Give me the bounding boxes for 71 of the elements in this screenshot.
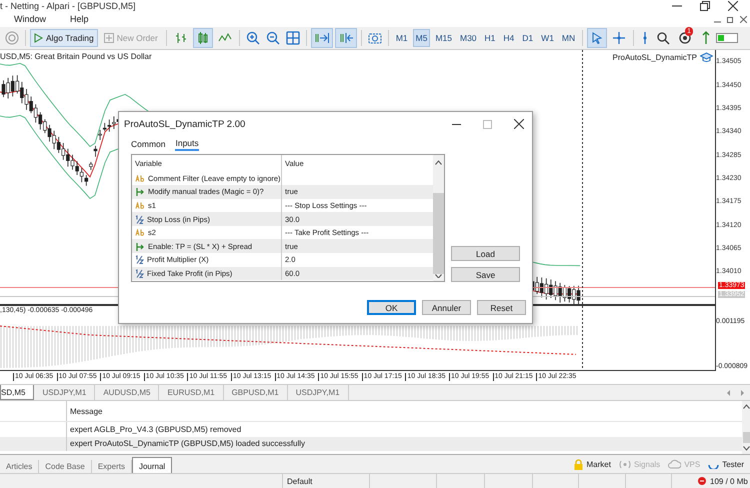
lock-icon <box>574 458 584 470</box>
dialog-button[interactable]: Load <box>451 246 520 262</box>
scroll-down-icon[interactable] <box>742 446 750 452</box>
algo-trading-button[interactable]: Algo Trading <box>30 29 98 48</box>
panel-tab[interactable]: Journal <box>132 457 172 474</box>
scroll-down-icon[interactable] <box>435 274 442 278</box>
dialog-button[interactable]: OK <box>367 300 416 316</box>
fraction-icon <box>135 268 144 278</box>
timeframe-button[interactable]: W1 <box>538 29 557 48</box>
timeframe-button[interactable]: M1 <box>392 29 411 48</box>
service-link[interactable]: Market <box>574 458 611 470</box>
connection-status-icon <box>698 477 706 486</box>
candlestick-icon[interactable] <box>192 28 213 48</box>
log-message[interactable]: expert AGLB_Pro_V4.3 (GBPUSD,M5) removed <box>67 424 242 434</box>
profile-name: Default <box>287 476 312 486</box>
dialog-button[interactable]: Annuler <box>422 300 471 316</box>
branch-arrow-icon <box>135 187 145 196</box>
play-icon <box>34 33 43 44</box>
expert-name: ProAutoSL_DynamicTP <box>612 53 697 62</box>
autoscroll-icon[interactable] <box>310 28 333 48</box>
fraction-icon <box>135 214 144 224</box>
broadcast-icon <box>618 460 631 469</box>
dialog-title: ProAutoSL_DynamicTP 2.00 <box>124 118 246 130</box>
cursor-icon[interactable] <box>587 28 608 48</box>
string-type-icon <box>135 229 145 236</box>
chart-shift-icon[interactable] <box>334 28 357 48</box>
grid-icon[interactable] <box>286 31 300 46</box>
window-title: t - Netting - Alpari - [GBPUSD,M5] <box>0 0 136 11</box>
timeframe-button[interactable]: M30 <box>457 29 480 48</box>
timeframe-button[interactable]: H4 <box>500 29 518 48</box>
zoom-in-icon[interactable] <box>246 31 260 46</box>
chart-tab[interactable]: SD,M5 <box>0 385 34 400</box>
service-link[interactable]: Tester <box>708 459 744 470</box>
dialog-tab[interactable]: Inputs <box>175 136 199 151</box>
timeframe-button[interactable]: MN <box>558 29 578 48</box>
restore-icon[interactable] <box>700 0 710 11</box>
restore-icon[interactable] <box>727 16 734 23</box>
menu-item[interactable]: Help <box>68 14 91 24</box>
maximize-icon <box>483 120 492 129</box>
notification-icon[interactable] <box>678 31 692 46</box>
timeframe-button[interactable]: M15 <box>432 29 455 48</box>
dialog-tab[interactable]: Common <box>131 138 166 150</box>
plus-icon <box>104 33 114 44</box>
timeframe-button[interactable]: D1 <box>519 29 536 48</box>
zoom-out-icon[interactable] <box>266 31 280 46</box>
string-type-icon <box>135 202 145 209</box>
camera-icon[interactable] <box>368 31 382 46</box>
string-type-icon <box>135 174 145 182</box>
graduation-cap-icon <box>700 52 713 64</box>
fraction-icon <box>135 255 144 264</box>
dialog-button[interactable]: Save <box>451 267 520 282</box>
scroll-up-icon[interactable] <box>435 160 442 166</box>
timeframe-button[interactable]: H1 <box>482 29 498 48</box>
column-header[interactable]: Message <box>67 406 102 416</box>
scroll-right-icon[interactable] <box>740 390 745 396</box>
timeframe-button[interactable]: M5 <box>412 29 430 48</box>
close-icon[interactable] <box>740 16 747 23</box>
cloud-icon <box>668 459 682 470</box>
scroll-up-icon[interactable] <box>742 404 750 410</box>
scrollbar[interactable] <box>742 401 750 454</box>
close-icon[interactable] <box>728 0 738 11</box>
scrollbar[interactable] <box>433 155 444 282</box>
close-icon[interactable] <box>514 119 524 130</box>
search-icon[interactable] <box>656 31 670 46</box>
branch-arrow-icon <box>135 242 145 251</box>
level-bar-icon <box>716 33 738 44</box>
chart-title: USD,M5: Great Britain Pound vs US Dollar <box>0 52 152 62</box>
memory-usage: 109 / 0 Mb <box>710 476 748 486</box>
scroll-left-icon[interactable] <box>726 390 731 396</box>
dialog-button[interactable]: Reset <box>477 300 526 316</box>
menu-item[interactable]: Window <box>12 14 48 24</box>
